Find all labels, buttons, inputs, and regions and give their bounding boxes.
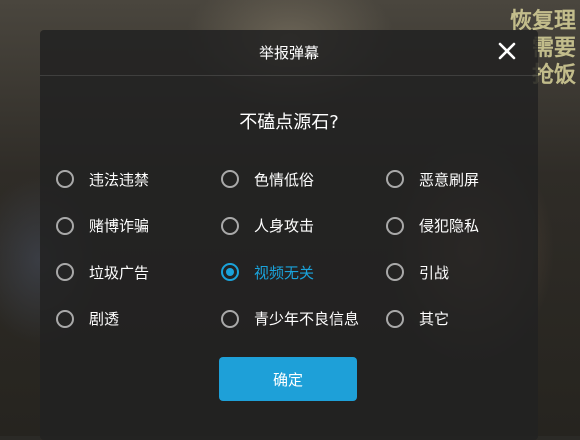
radio-button[interactable] bbox=[386, 216, 404, 235]
report-reason-option[interactable]: 违法违禁 bbox=[56, 156, 221, 203]
report-reason-label: 色情低俗 bbox=[254, 170, 315, 189]
report-reason-option[interactable]: 其它 bbox=[386, 296, 536, 343]
radio-button[interactable] bbox=[221, 170, 239, 189]
report-reason-options: 违法违禁 色情低俗 恶意刷屏赌博诈骗 人身攻击 侵犯隐私垃圾广告 视频无关 引战剧透 青少年不… bbox=[56, 156, 536, 342]
report-reason-label: 违法违禁 bbox=[89, 170, 150, 189]
report-reason-option[interactable]: 色情低俗 bbox=[221, 156, 386, 203]
report-reason-option[interactable]: 赌博诈骗 bbox=[56, 203, 221, 250]
report-reason-option[interactable]: 侵犯隐私 bbox=[386, 203, 536, 250]
report-reason-option[interactable]: 视频无关 bbox=[221, 249, 386, 296]
dialog-title: 举报弹幕 bbox=[258, 44, 319, 62]
radio-button[interactable] bbox=[221, 263, 239, 282]
radio-button[interactable] bbox=[386, 309, 404, 328]
radio-button[interactable] bbox=[221, 216, 239, 235]
radio-button[interactable] bbox=[56, 263, 74, 282]
confirm-button[interactable]: 确定 bbox=[219, 357, 357, 401]
report-reason-option[interactable]: 青少年不良信息 bbox=[221, 296, 386, 343]
report-reason-label: 侵犯隐私 bbox=[419, 217, 480, 236]
report-reason-label: 引战 bbox=[419, 263, 450, 282]
close-button[interactable] bbox=[496, 40, 518, 62]
report-danmaku-dialog: 举报弹幕 不磕点源石? 违法违禁 色情低俗 恶意刷屏赌博诈骗 人身攻击 侵犯隐私垃圾广告… bbox=[40, 30, 538, 440]
report-reason-label: 人身攻击 bbox=[254, 217, 315, 236]
dialog-header: 举报弹幕 bbox=[40, 30, 538, 76]
report-reason-label: 青少年不良信息 bbox=[254, 310, 360, 329]
close-icon bbox=[498, 42, 516, 60]
report-reason-label: 剧透 bbox=[89, 310, 120, 329]
radio-button[interactable] bbox=[221, 309, 239, 328]
report-reason-option[interactable]: 人身攻击 bbox=[221, 203, 386, 250]
report-reason-option[interactable]: 剧透 bbox=[56, 296, 221, 343]
report-reason-option[interactable]: 引战 bbox=[386, 249, 536, 296]
radio-button[interactable] bbox=[56, 216, 74, 235]
report-question: 不磕点源石? bbox=[239, 112, 339, 133]
radio-button[interactable] bbox=[386, 170, 404, 189]
report-reason-option[interactable]: 恶意刷屏 bbox=[386, 156, 536, 203]
radio-button[interactable] bbox=[56, 309, 74, 328]
report-reason-label: 赌博诈骗 bbox=[89, 217, 150, 236]
report-reason-label: 垃圾广告 bbox=[89, 263, 150, 282]
report-reason-option[interactable]: 垃圾广告 bbox=[56, 249, 221, 296]
report-reason-label: 其它 bbox=[419, 310, 450, 329]
radio-button[interactable] bbox=[386, 263, 404, 282]
report-reason-label: 恶意刷屏 bbox=[419, 170, 480, 189]
radio-button[interactable] bbox=[56, 170, 74, 189]
report-reason-label: 视频无关 bbox=[254, 263, 315, 282]
